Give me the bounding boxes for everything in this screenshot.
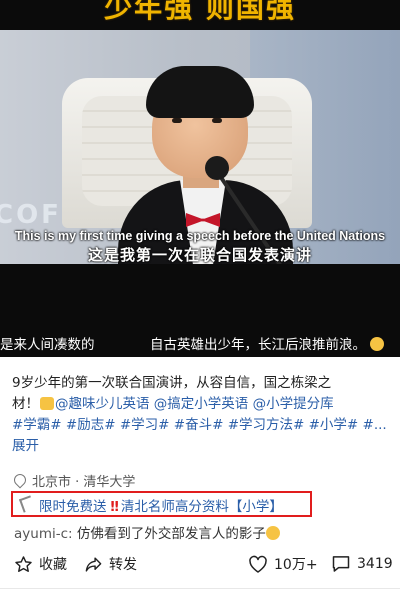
- description-line-1: 9岁少年的第一次联合国演讲，从容自信，国之栋梁之: [12, 375, 332, 391]
- speaker-eye-left: [172, 118, 182, 123]
- hashtag[interactable]: #学习方法#: [228, 417, 305, 433]
- face-emoji-icon: [265, 526, 280, 540]
- thumbs-up-icon: [40, 397, 54, 410]
- hashtag[interactable]: #学霸#: [12, 417, 62, 433]
- share-arrow-icon: [85, 556, 102, 572]
- promo-right-text: 清北名师高分资料【小学】: [120, 499, 283, 515]
- location-pin-icon: [11, 471, 29, 489]
- danmaku-left: 是来人间凑数的: [0, 337, 95, 353]
- top-comment[interactable]: ayumi-c: 仿佛看到了外交部发言人的影子: [14, 522, 280, 542]
- expand-link[interactable]: 展开: [12, 436, 392, 457]
- heart-icon: [249, 555, 267, 573]
- speaker-hair: [146, 66, 254, 118]
- location-text: 北京市 · 清华大学: [32, 475, 136, 490]
- bottom-divider: [0, 588, 400, 589]
- hashtag[interactable]: #小学#: [309, 417, 359, 433]
- smile-emoji-icon: [370, 337, 385, 351]
- share-label: 转发: [109, 557, 137, 573]
- hashtag[interactable]: #奋斗#: [174, 417, 224, 433]
- danmaku-right-text: 自古英雄出少年，长江后浪推前浪。: [150, 337, 366, 353]
- video-player[interactable]: 少年强 则国强 COF This is my first time giving…: [0, 0, 400, 357]
- hashtag[interactable]: #励志#: [66, 417, 116, 433]
- promo-banner[interactable]: 限时免费送!! 清北名师高分资料【小学】: [11, 491, 312, 517]
- hashtag[interactable]: #学习#: [120, 417, 170, 433]
- promo-arrow-icon: [18, 495, 36, 513]
- favorite-button[interactable]: 收藏: [14, 554, 67, 574]
- like-count: 10万+: [274, 557, 318, 573]
- comment-user[interactable]: ayumi-c:: [14, 526, 73, 542]
- star-icon: [15, 555, 32, 572]
- comment-bubble-icon: [332, 556, 350, 572]
- hashtag-more[interactable]: #...: [363, 417, 387, 433]
- like-button[interactable]: 10万+: [248, 554, 318, 574]
- subtitle-chinese: 这是我第一次在联合国发表演讲: [87, 246, 312, 264]
- double-exclamation-icon: !!: [109, 499, 120, 515]
- mention-tag[interactable]: @搞定小学英语: [154, 396, 249, 412]
- share-button[interactable]: 转发: [84, 554, 137, 574]
- description-line-2: 材！ @趣味少儿英语 @搞定小学英语 @小学提分库: [12, 394, 392, 415]
- post-description: 9岁少年的第一次联合国演讲，从容自信，国之栋梁之 材！ @趣味少儿英语 @搞定小学…: [12, 373, 392, 457]
- speaker-eye-right: [212, 118, 222, 123]
- comment-count: 3419: [357, 555, 393, 572]
- mention-tag[interactable]: @趣味少儿英语: [55, 396, 150, 412]
- description-line-2-prefix: 材！: [12, 396, 39, 412]
- hashtag-line: #学霸# #励志# #学习# #奋斗# #学习方法# #小学# #...: [12, 415, 392, 436]
- action-bar: 收藏 转发 10万+ 3419: [0, 550, 400, 580]
- video-title-overlay: 少年强 则国强: [104, 0, 296, 24]
- mention-tag[interactable]: @小学提分库: [253, 396, 334, 412]
- location-link[interactable]: 北京市 · 清华大学: [11, 471, 136, 490]
- favorite-label: 收藏: [39, 557, 67, 573]
- subtitle-english: This is my first time giving a speech be…: [14, 229, 386, 243]
- danmaku-right: 自古英雄出少年，长江后浪推前浪。: [150, 333, 385, 353]
- comment-button[interactable]: 3419: [331, 554, 393, 573]
- microphone: [205, 156, 229, 180]
- promo-left-text: 限时免费送: [39, 499, 107, 515]
- background-logo-text: COF: [0, 200, 62, 230]
- comment-text: 仿佛看到了外交部发言人的影子: [76, 526, 266, 542]
